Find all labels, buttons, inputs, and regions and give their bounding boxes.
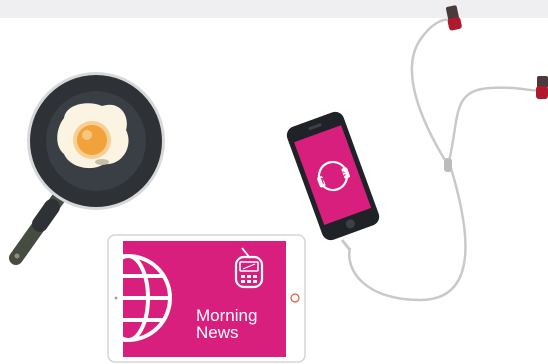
earphone-cable-right (446, 86, 541, 166)
illustration-scene: Music (9, 5, 548, 363)
news-title-line2: News (196, 323, 239, 342)
pan-handle (9, 189, 67, 265)
cable-splitter (444, 158, 452, 172)
frying-pan (9, 72, 165, 265)
fried-egg (57, 103, 129, 169)
tablet-camera (114, 296, 118, 300)
earbud-right (536, 76, 548, 99)
smartphone: Music (286, 111, 380, 241)
tablet (107, 234, 306, 363)
news-title-line1: Morning (196, 306, 258, 325)
earphones (348, 5, 548, 302)
phone-jack-plug (340, 239, 352, 251)
morning-news-title: Morning News (196, 307, 257, 341)
earbud-left (445, 5, 462, 31)
earphone-cable-left (410, 18, 451, 166)
